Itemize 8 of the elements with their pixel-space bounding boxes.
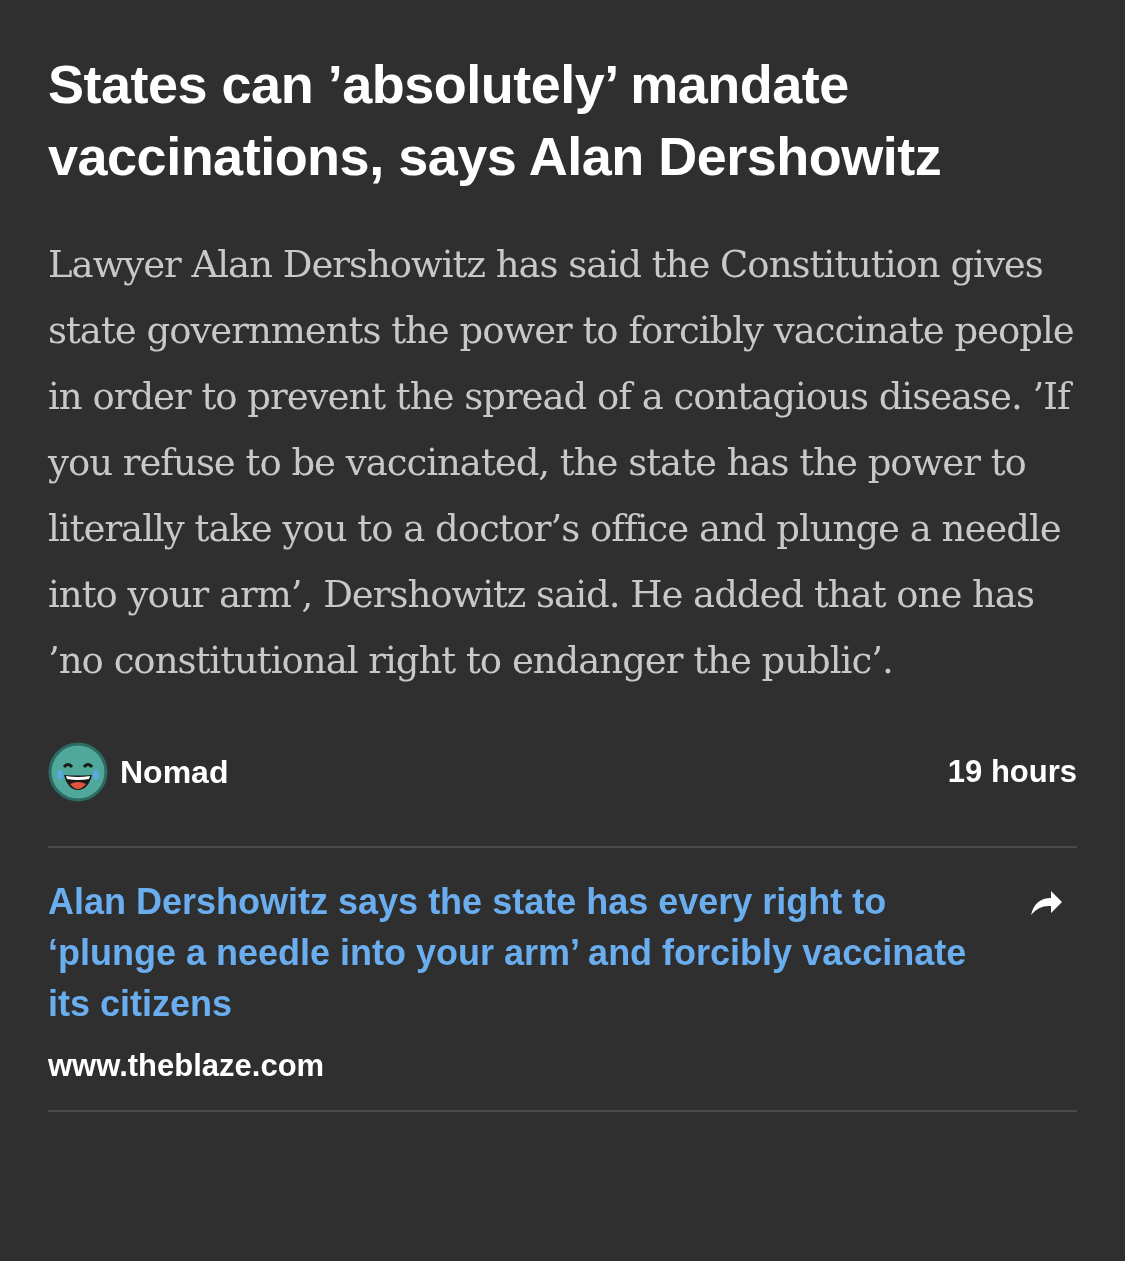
headline: States can ’absolutely’ mandate vaccinations, says Alan Dershowitz	[48, 53, 943, 188]
avatar-icon	[48, 742, 108, 802]
share-icon[interactable]	[1029, 890, 1063, 916]
link-domain: www.theblaze.com	[48, 1047, 326, 1085]
link-title[interactable]: Alan Dershowitz says the state has every right to ‘plunge a needle into your arm’ and forcibly vaccinate its citizens	[48, 876, 968, 1029]
post-time: 19 hours	[947, 752, 1077, 791]
summary: Lawyer Alan Dershowitz has said the Constitution gives state governments the power to forcibly vaccinate people in order to prevent the spread of a contagious disease. ’If you refuse to be vaccinated, the state has the power to literally take you to a doctor’s office and plunge a needle into your arm’, Dershowitz said. He added that one has ’no constitutional right to endanger the public’.	[48, 242, 1075, 684]
author-name[interactable]: Nomad	[120, 748, 229, 796]
